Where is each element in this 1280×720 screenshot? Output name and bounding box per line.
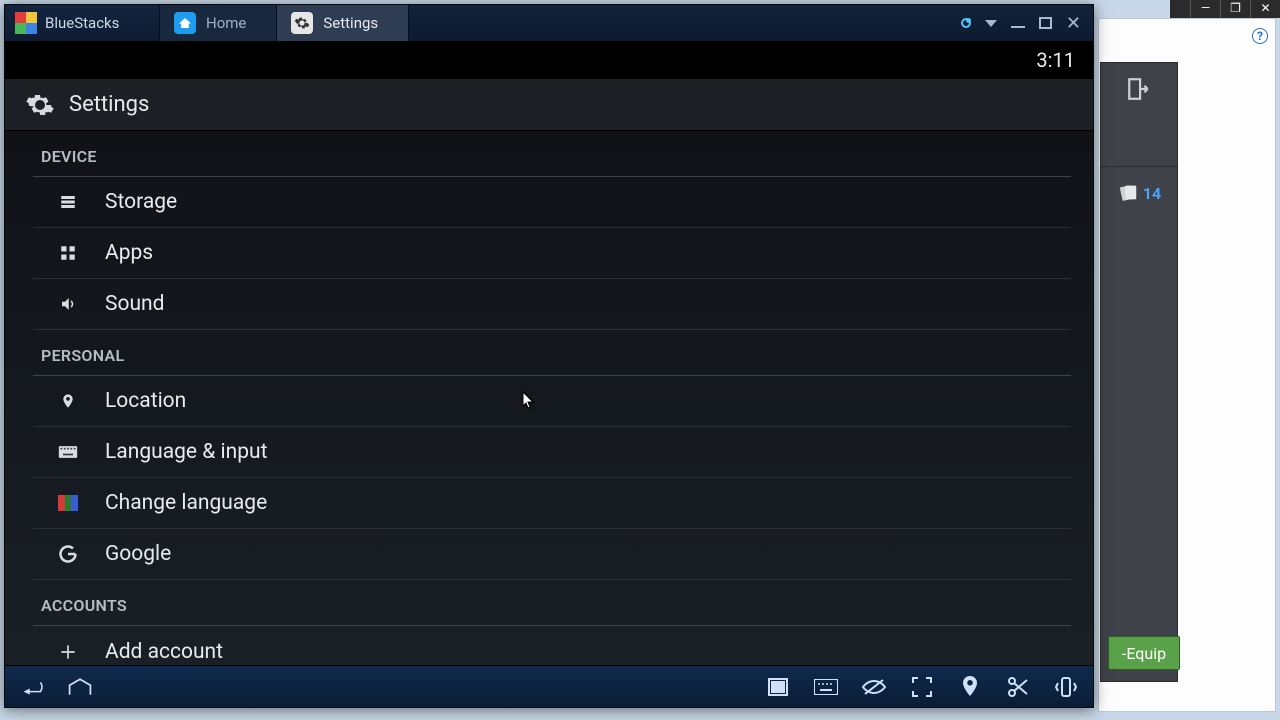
settings-item-label: Apps: [105, 241, 153, 265]
section-header-device: DEVICE: [33, 131, 1071, 177]
bluestacks-logo-icon: [15, 12, 37, 34]
language-flag-icon: [57, 495, 79, 511]
bluestacks-window-controls: ✕: [961, 5, 1093, 41]
keyboard-icon: [57, 445, 79, 459]
home-icon: [174, 12, 196, 34]
sound-icon: [57, 295, 79, 313]
side-panel-divider: [1101, 115, 1177, 167]
section-header-accounts: ACCOUNTS: [33, 580, 1071, 626]
tab-home[interactable]: Home: [160, 5, 277, 41]
bs-minimize-button[interactable]: [1011, 26, 1025, 28]
side-panel-badge-count: 14: [1143, 184, 1161, 203]
settings-item-google[interactable]: Google: [33, 529, 1071, 580]
side-panel-exit-row[interactable]: [1101, 63, 1177, 115]
tab-settings[interactable]: Settings: [277, 5, 409, 41]
nav-location-icon[interactable]: [957, 674, 983, 700]
android-status-bar: 3:11: [5, 41, 1093, 79]
section-header-personal: PERSONAL: [33, 330, 1071, 376]
bluestacks-titlebar[interactable]: BlueStacks Home Settings ✕: [5, 5, 1093, 41]
nav-window-icon[interactable]: [765, 674, 791, 700]
cards-icon: [1117, 182, 1139, 204]
outer-minimize-button[interactable]: —: [1190, 0, 1220, 18]
tab-home-label: Home: [206, 14, 246, 32]
android-nav-bar: [5, 665, 1093, 707]
bluestacks-window: BlueStacks Home Settings ✕ 3:11 Settings…: [4, 4, 1094, 708]
settings-item-label: Google: [105, 542, 171, 566]
nav-eye-off-icon[interactable]: [861, 674, 887, 700]
settings-item-label: Language & input: [105, 440, 267, 464]
exit-door-icon: [1126, 76, 1152, 102]
settings-header: Settings: [5, 79, 1093, 131]
google-icon: [57, 544, 79, 564]
settings-item-add-account[interactable]: Add account: [33, 626, 1071, 665]
settings-item-label: Sound: [105, 292, 164, 316]
game-side-panel: 14: [1100, 62, 1178, 682]
settings-list[interactable]: DEVICE Storage Apps Sound PERSONAL Locat: [5, 131, 1093, 665]
settings-item-location[interactable]: Location: [33, 376, 1071, 427]
nav-keyboard-icon[interactable]: [813, 674, 839, 700]
bs-close-button[interactable]: ✕: [1066, 13, 1081, 34]
outer-close-button[interactable]: ✕: [1250, 0, 1280, 18]
settings-item-label: Change language: [105, 491, 267, 515]
bluestacks-brand-tab[interactable]: BlueStacks: [5, 5, 160, 41]
status-time: 3:11: [1036, 48, 1075, 72]
equip-button[interactable]: -Equip: [1108, 636, 1180, 670]
apps-icon: [57, 244, 79, 262]
home-button[interactable]: [67, 674, 93, 700]
settings-gear-icon: [25, 90, 55, 120]
settings-title: Settings: [69, 92, 149, 117]
settings-item-apps[interactable]: Apps: [33, 228, 1071, 279]
nav-scissors-icon[interactable]: [1005, 674, 1031, 700]
dropdown-icon[interactable]: [985, 20, 997, 27]
settings-item-label: Location: [105, 389, 186, 413]
plus-icon: [57, 642, 79, 662]
settings-item-change-language[interactable]: Change language: [33, 478, 1071, 529]
storage-icon: [57, 193, 79, 211]
side-panel-cards-row[interactable]: 14: [1101, 167, 1177, 219]
bluestacks-brand-label: BlueStacks: [45, 14, 119, 32]
settings-item-sound[interactable]: Sound: [33, 279, 1071, 330]
settings-item-label: Storage: [105, 190, 177, 214]
tab-settings-label: Settings: [323, 14, 378, 32]
back-button[interactable]: [19, 674, 45, 700]
mouse-cursor-icon: [523, 392, 535, 410]
nav-fullscreen-icon[interactable]: [909, 674, 935, 700]
nav-shake-icon[interactable]: [1053, 674, 1079, 700]
settings-item-language-input[interactable]: Language & input: [33, 427, 1071, 478]
help-icon[interactable]: ?: [1252, 28, 1268, 44]
outer-window-titlebar: — ❐ ✕: [1170, 0, 1280, 18]
settings-item-label: Add account: [105, 640, 223, 664]
outer-maximize-button[interactable]: ❐: [1220, 0, 1250, 18]
settings-item-storage[interactable]: Storage: [33, 177, 1071, 228]
bs-maximize-button[interactable]: [1039, 17, 1052, 29]
notification-indicator-icon[interactable]: [961, 18, 971, 28]
location-icon: [57, 391, 79, 411]
gear-icon: [291, 12, 313, 34]
